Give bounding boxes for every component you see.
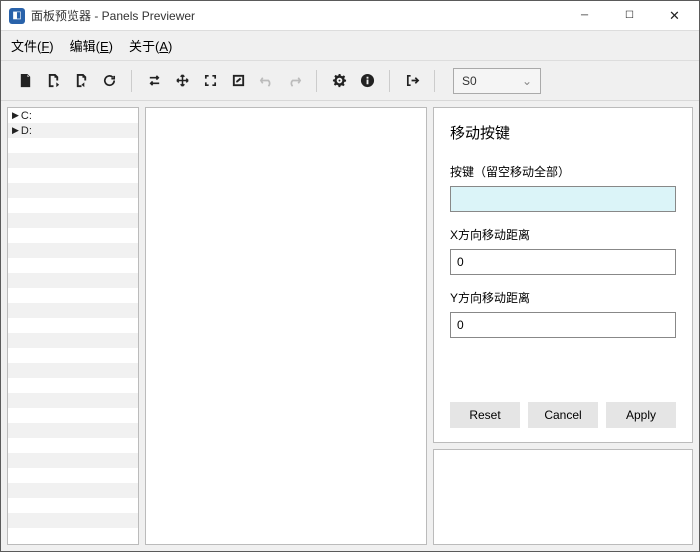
apply-button[interactable]: Apply	[606, 402, 676, 428]
menu-about[interactable]: 关于(A)	[129, 36, 172, 55]
output-panel	[433, 449, 693, 545]
swap-icon[interactable]	[142, 69, 166, 93]
cancel-button[interactable]: Cancel	[528, 402, 598, 428]
key-input[interactable]	[450, 186, 676, 212]
open-file-icon[interactable]	[41, 69, 65, 93]
file-tree[interactable]: ▶C: ▶D:	[7, 107, 139, 545]
maximize-button[interactable]: ☐	[607, 2, 652, 30]
refresh-icon[interactable]	[97, 69, 121, 93]
menu-file[interactable]: 文件(F)	[11, 36, 54, 55]
info-icon[interactable]	[355, 69, 379, 93]
undo-icon[interactable]	[254, 69, 278, 93]
menubar: 文件(F) 编辑(E) 关于(A)	[1, 31, 699, 61]
titlebar: ◧ 面板预览器 - Panels Previewer ─ ☐ ✕	[1, 1, 699, 31]
key-label: 按键（留空移动全部）	[450, 163, 676, 180]
new-file-icon[interactable]	[13, 69, 37, 93]
button-row: Reset Cancel Apply	[450, 402, 676, 428]
save-file-icon[interactable]	[69, 69, 93, 93]
toolbar: S0 ⌄	[1, 61, 699, 101]
content-area: ▶C: ▶D: 移动按键 按键（留空移动全部） X方向移动距离 Y方向移动距离 …	[1, 101, 699, 551]
move-icon[interactable]	[170, 69, 194, 93]
y-label: Y方向移动距离	[450, 289, 676, 306]
separator	[316, 70, 317, 92]
separator	[389, 70, 390, 92]
window-title: 面板预览器 - Panels Previewer	[31, 7, 562, 24]
expand-arrow-icon[interactable]: ▶	[12, 110, 19, 121]
x-label: X方向移动距离	[450, 226, 676, 243]
reset-button[interactable]: Reset	[450, 402, 520, 428]
menu-edit[interactable]: 编辑(E)	[70, 36, 113, 55]
chevron-down-icon: ⌄	[522, 74, 532, 88]
separator	[434, 70, 435, 92]
close-button[interactable]: ✕	[652, 2, 697, 30]
separator	[131, 70, 132, 92]
minimize-button[interactable]: ─	[562, 2, 607, 30]
scene-select-value: S0	[462, 74, 477, 88]
panel-title: 移动按键	[450, 122, 676, 143]
preview-canvas[interactable]	[145, 107, 427, 545]
scene-select[interactable]: S0 ⌄	[453, 68, 541, 94]
x-input[interactable]	[450, 249, 676, 275]
expand-arrow-icon[interactable]: ▶	[12, 125, 19, 136]
exit-icon[interactable]	[400, 69, 424, 93]
redo-icon[interactable]	[282, 69, 306, 93]
tree-item[interactable]: ▶C:	[8, 108, 138, 123]
settings-icon[interactable]	[327, 69, 351, 93]
app-icon: ◧	[9, 8, 25, 24]
tree-item[interactable]: ▶D:	[8, 123, 138, 138]
edit-icon[interactable]	[226, 69, 250, 93]
fullscreen-icon[interactable]	[198, 69, 222, 93]
properties-panel: 移动按键 按键（留空移动全部） X方向移动距离 Y方向移动距离 Reset Ca…	[433, 107, 693, 443]
y-input[interactable]	[450, 312, 676, 338]
